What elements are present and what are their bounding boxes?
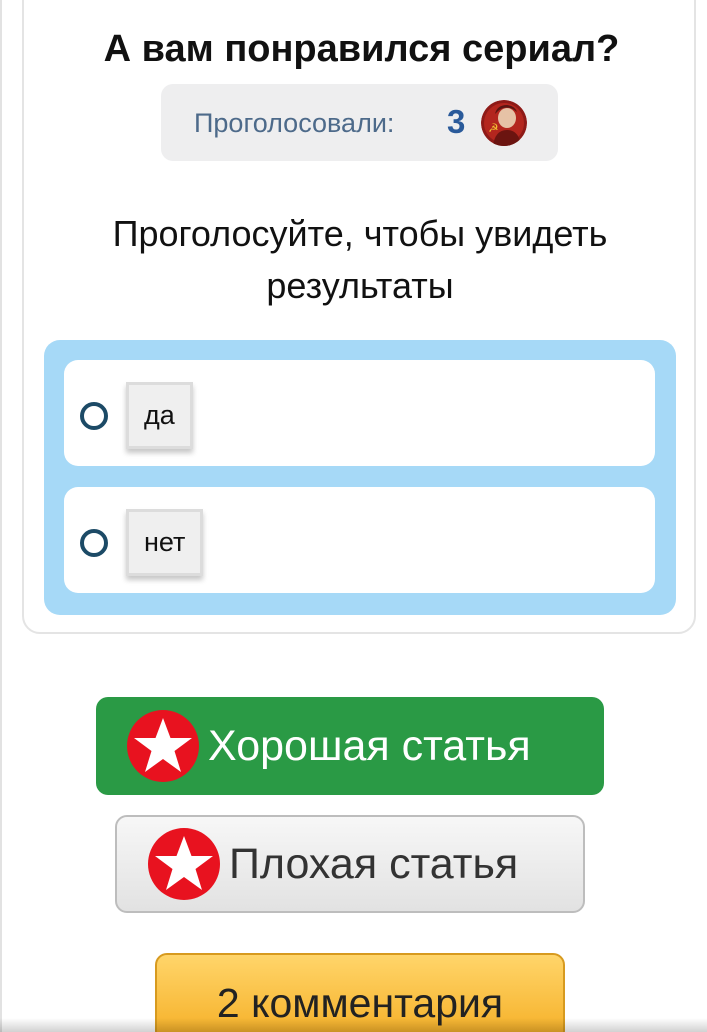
left-edge-divider xyxy=(0,0,2,1032)
voters-summary[interactable]: Проголосовали: 3 ☭ xyxy=(161,84,558,161)
radio-button[interactable] xyxy=(80,529,108,557)
radio-button[interactable] xyxy=(80,402,108,430)
voter-avatar[interactable]: ☭ xyxy=(481,100,527,146)
poll-prompt: Проголосуйте, чтобы увидеть результаты xyxy=(0,208,707,312)
poll-title: А вам понравился сериал? xyxy=(103,28,620,70)
voters-count[interactable]: 3 xyxy=(447,103,465,141)
poll-option-yes[interactable]: да xyxy=(64,360,655,466)
poll-options: да нет xyxy=(44,340,676,615)
poll-option-label[interactable]: да xyxy=(126,382,193,449)
poll-prompt-line2: результаты xyxy=(266,265,454,306)
voters-label: Проголосовали: xyxy=(194,108,395,138)
poll-option-label[interactable]: нет xyxy=(126,509,204,576)
red-star-icon xyxy=(126,709,200,783)
red-star-icon xyxy=(147,827,221,901)
bad-article-button[interactable]: Плохая статья xyxy=(115,815,585,913)
good-article-label: Хорошая статья xyxy=(208,722,531,770)
good-article-button[interactable]: Хорошая статья xyxy=(96,697,604,795)
poll-prompt-line1: Проголосуйте, чтобы увидеть xyxy=(112,213,608,254)
svg-text:☭: ☭ xyxy=(488,121,499,135)
bottom-bar-shadow xyxy=(0,1018,707,1032)
bad-article-label: Плохая статья xyxy=(229,840,519,888)
poll-option-no[interactable]: нет xyxy=(64,487,655,593)
